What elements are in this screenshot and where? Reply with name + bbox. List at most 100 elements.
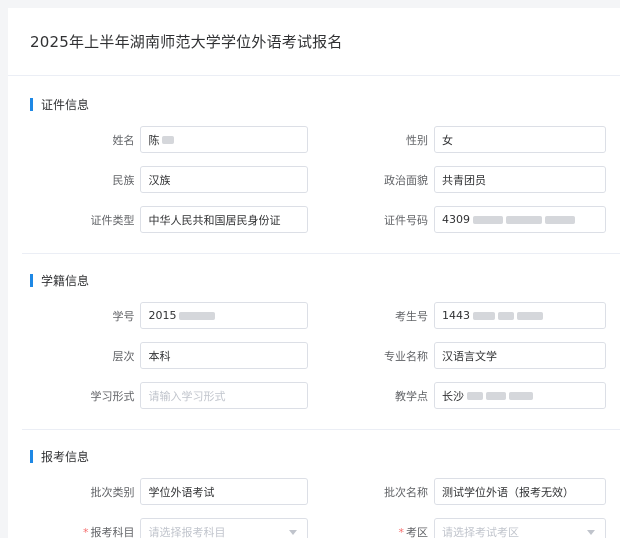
registration-card: 2025年上半年湖南师范大学学位外语考试报名 证件信息 姓名 陈 性别 女 民族…	[8, 8, 620, 538]
batch-type-value: 学位外语考试	[148, 485, 215, 499]
redacted-mask	[486, 391, 506, 400]
political-status-field-group: 政治面貌 共青团员	[308, 166, 608, 193]
batch-name-value: 测试学位外语（报考无效）	[442, 485, 574, 499]
gender-input[interactable]: 女	[434, 126, 606, 153]
exam-area-select[interactable]: 请选择考试考区	[434, 518, 606, 538]
id-type-field-group: 证件类型 中华人民共和国居民身份证	[8, 206, 308, 233]
section-accent-bar	[30, 449, 33, 463]
batch-type-field-group: 批次类别 学位外语考试	[8, 478, 308, 505]
student-id-value: 2015	[148, 309, 177, 322]
ethnicity-label: 民族	[112, 173, 135, 187]
required-mark: *	[82, 525, 89, 538]
batch-type-input[interactable]: 学位外语考试	[140, 478, 308, 505]
name-label: 姓名	[112, 133, 135, 147]
teaching-site-value: 长沙	[442, 389, 464, 403]
exam-area-field-group: * 考区 请选择考试考区	[308, 518, 608, 538]
level-input[interactable]: 本科	[140, 342, 308, 369]
exam-id-input[interactable]: 1443	[434, 302, 606, 329]
id-number-field-group: 证件号码 4309	[308, 206, 608, 233]
redacted-mask	[162, 135, 175, 144]
study-mode-label: 学习形式	[90, 389, 135, 403]
name-input[interactable]: 陈	[140, 126, 308, 153]
subject-placeholder: 请选择报考科目	[148, 525, 226, 538]
id-type-label: 证件类型	[90, 213, 135, 227]
ethnicity-value: 汉族	[148, 173, 171, 187]
political-status-label: 政治面貌	[384, 173, 428, 187]
exam-id-field-group: 考生号 1443	[308, 302, 608, 329]
student-id-input[interactable]: 2015	[140, 302, 308, 329]
id-number-input[interactable]: 4309	[434, 206, 606, 233]
redacted-mask	[473, 215, 503, 224]
student-id-field-group: 学号 2015	[8, 302, 308, 329]
form-row: * 报考科目 请选择报考科目 * 考区 请选择考试考区	[8, 518, 620, 538]
batch-type-label: 批次类别	[90, 485, 135, 499]
form-row: 姓名 陈 性别 女	[8, 126, 620, 153]
level-label: 层次	[112, 349, 135, 363]
exam-id-label: 考生号	[395, 309, 428, 323]
section-title: 报考信息	[41, 449, 90, 464]
teaching-site-field-group: 教学点 长沙	[308, 382, 608, 409]
required-mark: *	[398, 525, 405, 538]
study-mode-input[interactable]: 请输入学习形式	[140, 382, 308, 409]
major-field-group: 专业名称 汉语言文学	[308, 342, 608, 369]
ethnicity-field-group: 民族 汉族	[8, 166, 308, 193]
redacted-mask	[545, 215, 575, 224]
chevron-down-icon	[289, 530, 297, 535]
name-field-group: 姓名 陈	[8, 126, 308, 153]
redacted-mask	[517, 311, 543, 320]
subject-field-group: * 报考科目 请选择报考科目	[8, 518, 308, 538]
exam-area-label-text: 考区	[406, 525, 428, 538]
ethnicity-input[interactable]: 汉族	[140, 166, 308, 193]
batch-name-field-group: 批次名称 测试学位外语（报考无效）	[308, 478, 608, 505]
study-mode-field-group: 学习形式 请输入学习形式	[8, 382, 308, 409]
section-accent-bar	[30, 97, 33, 111]
form-row: 证件类型 中华人民共和国居民身份证 证件号码 4309	[8, 206, 620, 233]
student-id-label: 学号	[112, 309, 135, 323]
subject-label: * 报考科目	[8, 524, 140, 538]
chevron-down-icon	[587, 530, 595, 535]
subject-label-text: 报考科目	[90, 525, 135, 538]
form-row: 学号 2015 考生号 1443	[8, 302, 620, 329]
level-value: 本科	[148, 349, 171, 363]
redacted-mask	[473, 311, 495, 320]
batch-name-input[interactable]: 测试学位外语（报考无效）	[434, 478, 606, 505]
id-type-value: 中华人民共和国居民身份证	[148, 213, 281, 227]
redacted-mask	[179, 311, 216, 320]
id-type-input[interactable]: 中华人民共和国居民身份证	[140, 206, 308, 233]
id-number-label: 证件号码	[384, 213, 428, 227]
exam-area-placeholder: 请选择考试考区	[442, 525, 519, 538]
political-status-input[interactable]: 共青团员	[434, 166, 606, 193]
section-header: 证件信息	[8, 94, 620, 114]
gender-value: 女	[442, 133, 453, 147]
section-header: 报考信息	[8, 446, 620, 466]
form-row: 层次 本科 专业名称 汉语言文学	[8, 342, 620, 369]
political-status-value: 共青团员	[442, 173, 486, 187]
page-title: 2025年上半年湖南师范大学学位外语考试报名	[30, 33, 343, 51]
teaching-site-input[interactable]: 长沙	[434, 382, 606, 409]
section-id-info: 证件信息 姓名 陈 性别 女 民族 汉族 政治面貌 共青团员 证件类型 中华人民…	[8, 76, 620, 254]
gender-label: 性别	[406, 133, 428, 147]
form-row: 民族 汉族 政治面貌 共青团员	[8, 166, 620, 193]
redacted-mask	[467, 391, 483, 400]
section-title: 证件信息	[41, 97, 90, 112]
study-mode-placeholder: 请输入学习形式	[148, 389, 226, 403]
major-value: 汉语言文学	[442, 349, 497, 363]
form-row: 批次类别 学位外语考试 批次名称 测试学位外语（报考无效）	[8, 478, 620, 505]
teaching-site-label: 教学点	[395, 389, 428, 403]
id-number-value: 4309	[442, 213, 470, 226]
redacted-mask	[509, 391, 533, 400]
section-application-info: 报考信息 批次类别 学位外语考试 批次名称 测试学位外语（报考无效） * 报考科目…	[8, 430, 620, 538]
redacted-mask	[498, 311, 514, 320]
gender-field-group: 性别 女	[308, 126, 608, 153]
level-field-group: 层次 本科	[8, 342, 308, 369]
subject-select[interactable]: 请选择报考科目	[140, 518, 308, 538]
title-bar: 2025年上半年湖南师范大学学位外语考试报名	[8, 8, 620, 76]
section-title: 学籍信息	[41, 273, 90, 288]
major-input[interactable]: 汉语言文学	[434, 342, 606, 369]
exam-area-label: * 考区	[308, 524, 434, 538]
redacted-mask	[506, 215, 542, 224]
form-row: 学习形式 请输入学习形式 教学点 长沙	[8, 382, 620, 409]
batch-name-label: 批次名称	[384, 485, 428, 499]
section-header: 学籍信息	[8, 270, 620, 290]
major-label: 专业名称	[384, 349, 428, 363]
